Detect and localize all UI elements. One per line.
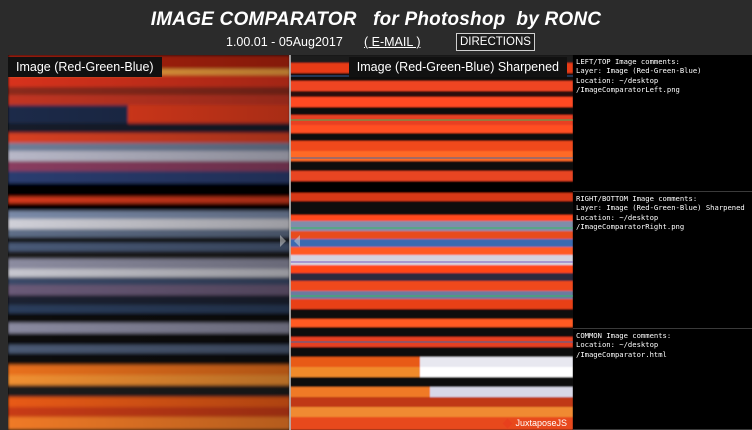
- left-comments-layer: Layer: Image (Red-Green-Blue): [576, 66, 702, 76]
- page-title: IMAGE COMPARATOR for Photoshop by RONC: [150, 9, 602, 30]
- image-comparator[interactable]: Image (Red-Green-Blue) Image (Red-Green-…: [8, 55, 573, 430]
- right-image: [290, 55, 573, 430]
- directions-button[interactable]: DIRECTIONS: [456, 33, 535, 51]
- left-comments-heading: LEFT/TOP Image comments:: [576, 57, 680, 66]
- juxtapose-brand-text: JuxtaposeJS: [515, 418, 567, 428]
- juxtapose-brand[interactable]: JuxtaposeJS: [503, 418, 567, 428]
- comments-panel: LEFT/TOP Image comments: Layer: Image (R…: [573, 55, 752, 430]
- right-comments-box: RIGHT/BOTTOM Image comments: Layer: Imag…: [573, 192, 752, 329]
- right-comments-location: Location: ~/desktop: [576, 212, 659, 222]
- left-image: [8, 55, 290, 430]
- email-link[interactable]: ( E-MAIL ): [364, 35, 420, 49]
- common-comments-box: COMMON Image comments: Location: ~/deskt…: [573, 329, 752, 430]
- right-image-pane: Image (Red-Green-Blue) Sharpened Juxtapo…: [290, 55, 573, 430]
- slider-handle-icon[interactable]: [270, 230, 310, 252]
- right-comments-file: /ImageComparatorRight.png: [576, 221, 685, 231]
- left-comments-box: LEFT/TOP Image comments: Layer: Image (R…: [573, 55, 752, 192]
- left-comments-location: Location: ~/desktop: [576, 75, 659, 85]
- right-comments-layer: Layer: Image (Red-Green-Blue) Sharpened: [576, 203, 745, 213]
- right-image-label: Image (Red-Green-Blue) Sharpened: [348, 57, 567, 77]
- header: IMAGE COMPARATOR for Photoshop by RONC 1…: [0, 0, 752, 54]
- common-comments-location: Location: ~/desktop: [576, 340, 659, 350]
- common-comments-heading: COMMON Image comments:: [576, 331, 672, 340]
- left-comments-file: /ImageComparatorLeft.png: [576, 84, 680, 94]
- version-text: 1.00.01 - 05Aug2017: [226, 35, 343, 49]
- common-comments-file: /ImageComparator.html: [576, 349, 667, 359]
- left-image-label: Image (Red-Green-Blue): [8, 57, 162, 77]
- right-comments-heading: RIGHT/BOTTOM Image comments:: [576, 194, 698, 203]
- left-image-pane: Image (Red-Green-Blue): [8, 55, 290, 430]
- juxtapose-logo-icon: [503, 418, 513, 428]
